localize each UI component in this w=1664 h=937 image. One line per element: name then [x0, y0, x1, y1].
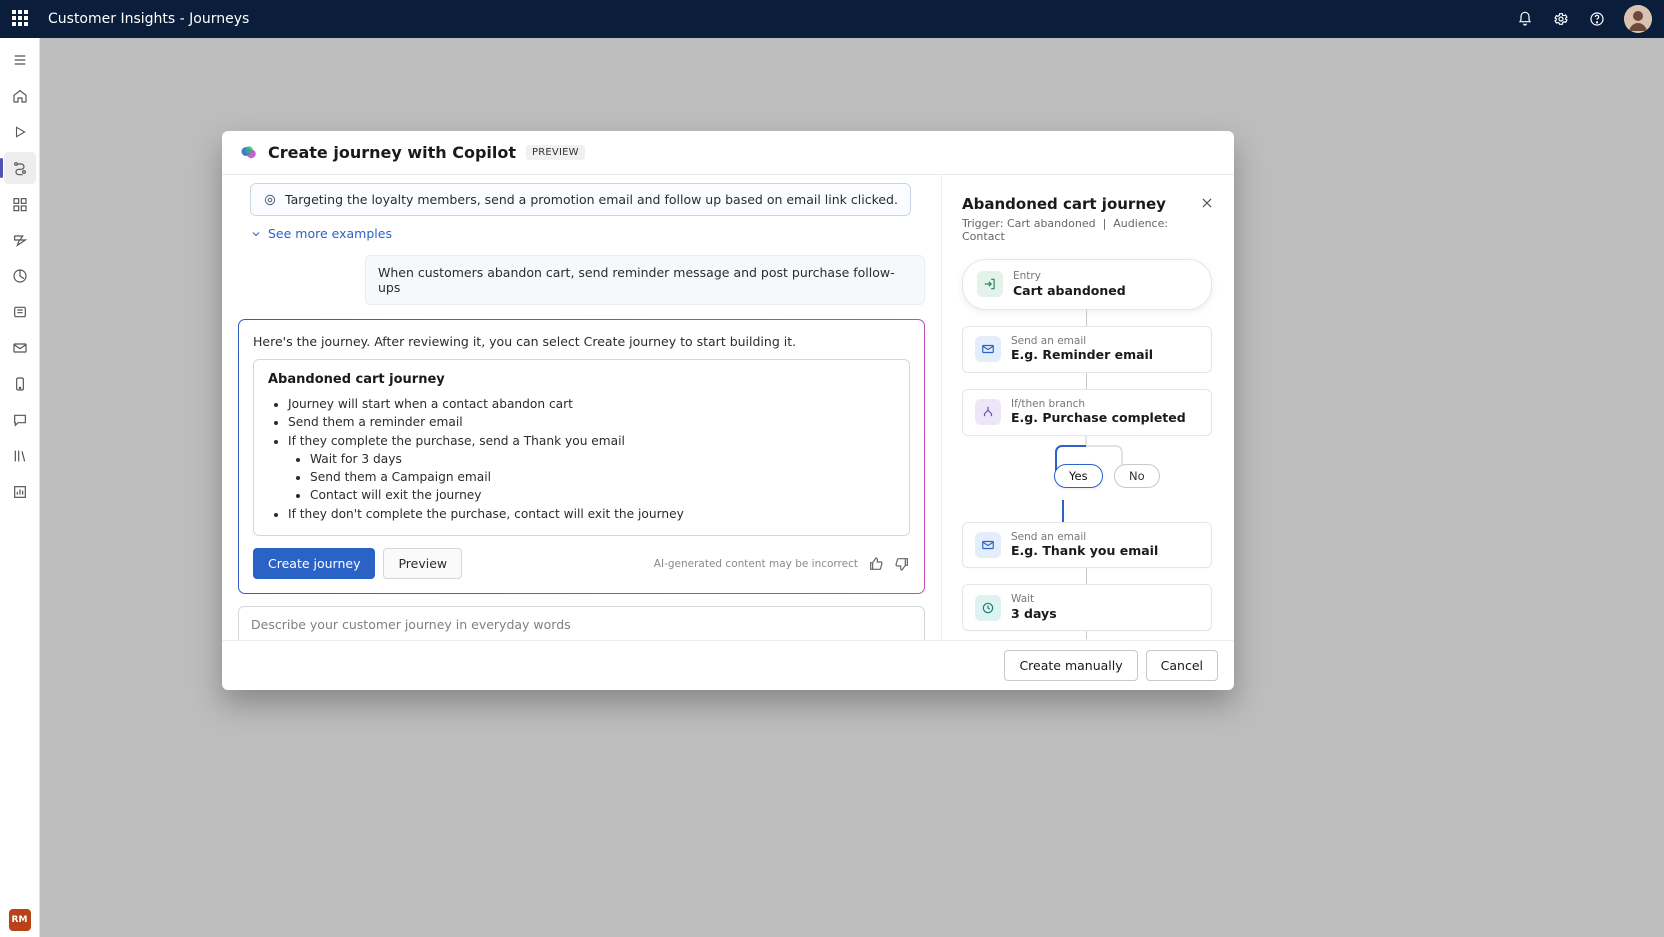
branch-no-pill[interactable]: No: [1114, 464, 1160, 488]
cancel-button[interactable]: Cancel: [1146, 650, 1218, 681]
plan-item: If they don't complete the purchase, con…: [288, 505, 895, 523]
nav-triggers-icon[interactable]: [4, 224, 36, 256]
plan-sub-item: Send them a Campaign email: [310, 468, 895, 486]
plan-item: Journey will start when a contact abando…: [288, 395, 895, 413]
nav-journeys-icon[interactable]: [4, 152, 36, 184]
copilot-logo-icon: [240, 144, 258, 162]
ai-disclaimer-text: AI-generated content may be incorrect: [654, 558, 858, 570]
nav-analytics-icon[interactable]: [4, 260, 36, 292]
preview-button[interactable]: Preview: [383, 548, 462, 579]
email-icon: [975, 532, 1001, 558]
settings-icon[interactable]: [1552, 10, 1570, 28]
nav-library-icon[interactable]: [4, 440, 36, 472]
prompt-composer[interactable]: Describe your customer journey in everyd…: [238, 606, 925, 640]
target-icon: [263, 193, 277, 207]
nav-push-icon[interactable]: [4, 368, 36, 400]
nav-sms-icon[interactable]: [4, 404, 36, 436]
ai-lead-text: Here's the journey. After reviewing it, …: [253, 334, 910, 349]
nav-segments-icon[interactable]: [4, 188, 36, 220]
example-prompt-text: Targeting the loyalty members, send a pr…: [285, 192, 898, 207]
flow-node-email-reminder[interactable]: Send an emailE.g. Reminder email: [962, 326, 1212, 373]
journey-plan-box: Abandoned cart journey Journey will star…: [253, 359, 910, 536]
thumbs-down-icon[interactable]: [894, 556, 910, 572]
app-title: Customer Insights - Journeys: [48, 11, 249, 27]
branch-icon: [975, 399, 1001, 425]
flow-node-email-thankyou[interactable]: Send an emailE.g. Thank you email: [962, 522, 1212, 569]
dialog-header: Create journey with Copilot PREVIEW: [222, 131, 1234, 175]
nav-home-icon[interactable]: [4, 80, 36, 112]
flow-node-branch[interactable]: If/then branchE.g. Purchase completed: [962, 389, 1212, 436]
app-launcher-icon[interactable]: [12, 10, 30, 28]
preview-badge: PREVIEW: [526, 145, 585, 160]
create-manually-button[interactable]: Create manually: [1004, 650, 1137, 681]
user-avatar[interactable]: [1624, 5, 1652, 33]
branch-yes-pill[interactable]: Yes: [1054, 464, 1103, 488]
nav-email-icon[interactable]: [4, 332, 36, 364]
chevron-down-icon: [250, 228, 262, 240]
close-preview-icon[interactable]: [1200, 195, 1214, 214]
thumbs-up-icon[interactable]: [868, 556, 884, 572]
plan-sub-item: Contact will exit the journey: [310, 486, 895, 504]
dialog-footer: Create manually Cancel: [222, 640, 1234, 690]
composer-placeholder: Describe your customer journey in everyd…: [251, 617, 912, 632]
flow-node-wait[interactable]: Wait3 days: [962, 584, 1212, 631]
create-journey-button[interactable]: Create journey: [253, 548, 375, 579]
left-nav-rail: RM: [0, 38, 40, 937]
copilot-conversation-panel: Targeting the loyalty members, send a pr…: [222, 175, 942, 640]
see-more-examples-link[interactable]: See more examples: [250, 226, 925, 241]
nav-forms-icon[interactable]: [4, 296, 36, 328]
plan-item: Send them a reminder email: [288, 413, 895, 431]
create-journey-copilot-dialog: Create journey with Copilot PREVIEW Targ…: [222, 131, 1234, 690]
plan-sub-item: Wait for 3 days: [310, 450, 895, 468]
wait-icon: [975, 595, 1001, 621]
plan-item: If they complete the purchase, send a Th…: [288, 432, 895, 450]
dialog-title: Create journey with Copilot: [268, 143, 516, 162]
email-icon: [975, 336, 1001, 362]
app-topbar: Customer Insights - Journeys: [0, 0, 1664, 38]
entry-icon: [977, 271, 1003, 297]
journey-preview-panel: Abandoned cart journey Trigger: Cart aba…: [942, 175, 1234, 640]
user-message-text: When customers abandon cart, send remind…: [378, 265, 895, 295]
notifications-icon[interactable]: [1516, 10, 1534, 28]
preview-subtitle: Trigger: Cart abandoned | Audience: Cont…: [962, 217, 1200, 243]
nav-hamburger-icon[interactable]: [4, 44, 36, 76]
preview-title: Abandoned cart journey: [962, 195, 1200, 213]
nav-play-icon[interactable]: [4, 116, 36, 148]
journey-flow-diagram: EntryCart abandoned Send an emailE.g. Re…: [962, 259, 1214, 639]
example-prompt-chip[interactable]: Targeting the loyalty members, send a pr…: [250, 183, 911, 216]
user-message-bubble: When customers abandon cart, send remind…: [365, 255, 925, 305]
ai-response-card: Here's the journey. After reviewing it, …: [238, 319, 925, 594]
journey-plan-title: Abandoned cart journey: [268, 372, 895, 387]
org-badge[interactable]: RM: [9, 909, 31, 931]
help-icon[interactable]: [1588, 10, 1606, 28]
nav-reports-icon[interactable]: [4, 476, 36, 508]
flow-node-entry[interactable]: EntryCart abandoned: [962, 259, 1212, 310]
